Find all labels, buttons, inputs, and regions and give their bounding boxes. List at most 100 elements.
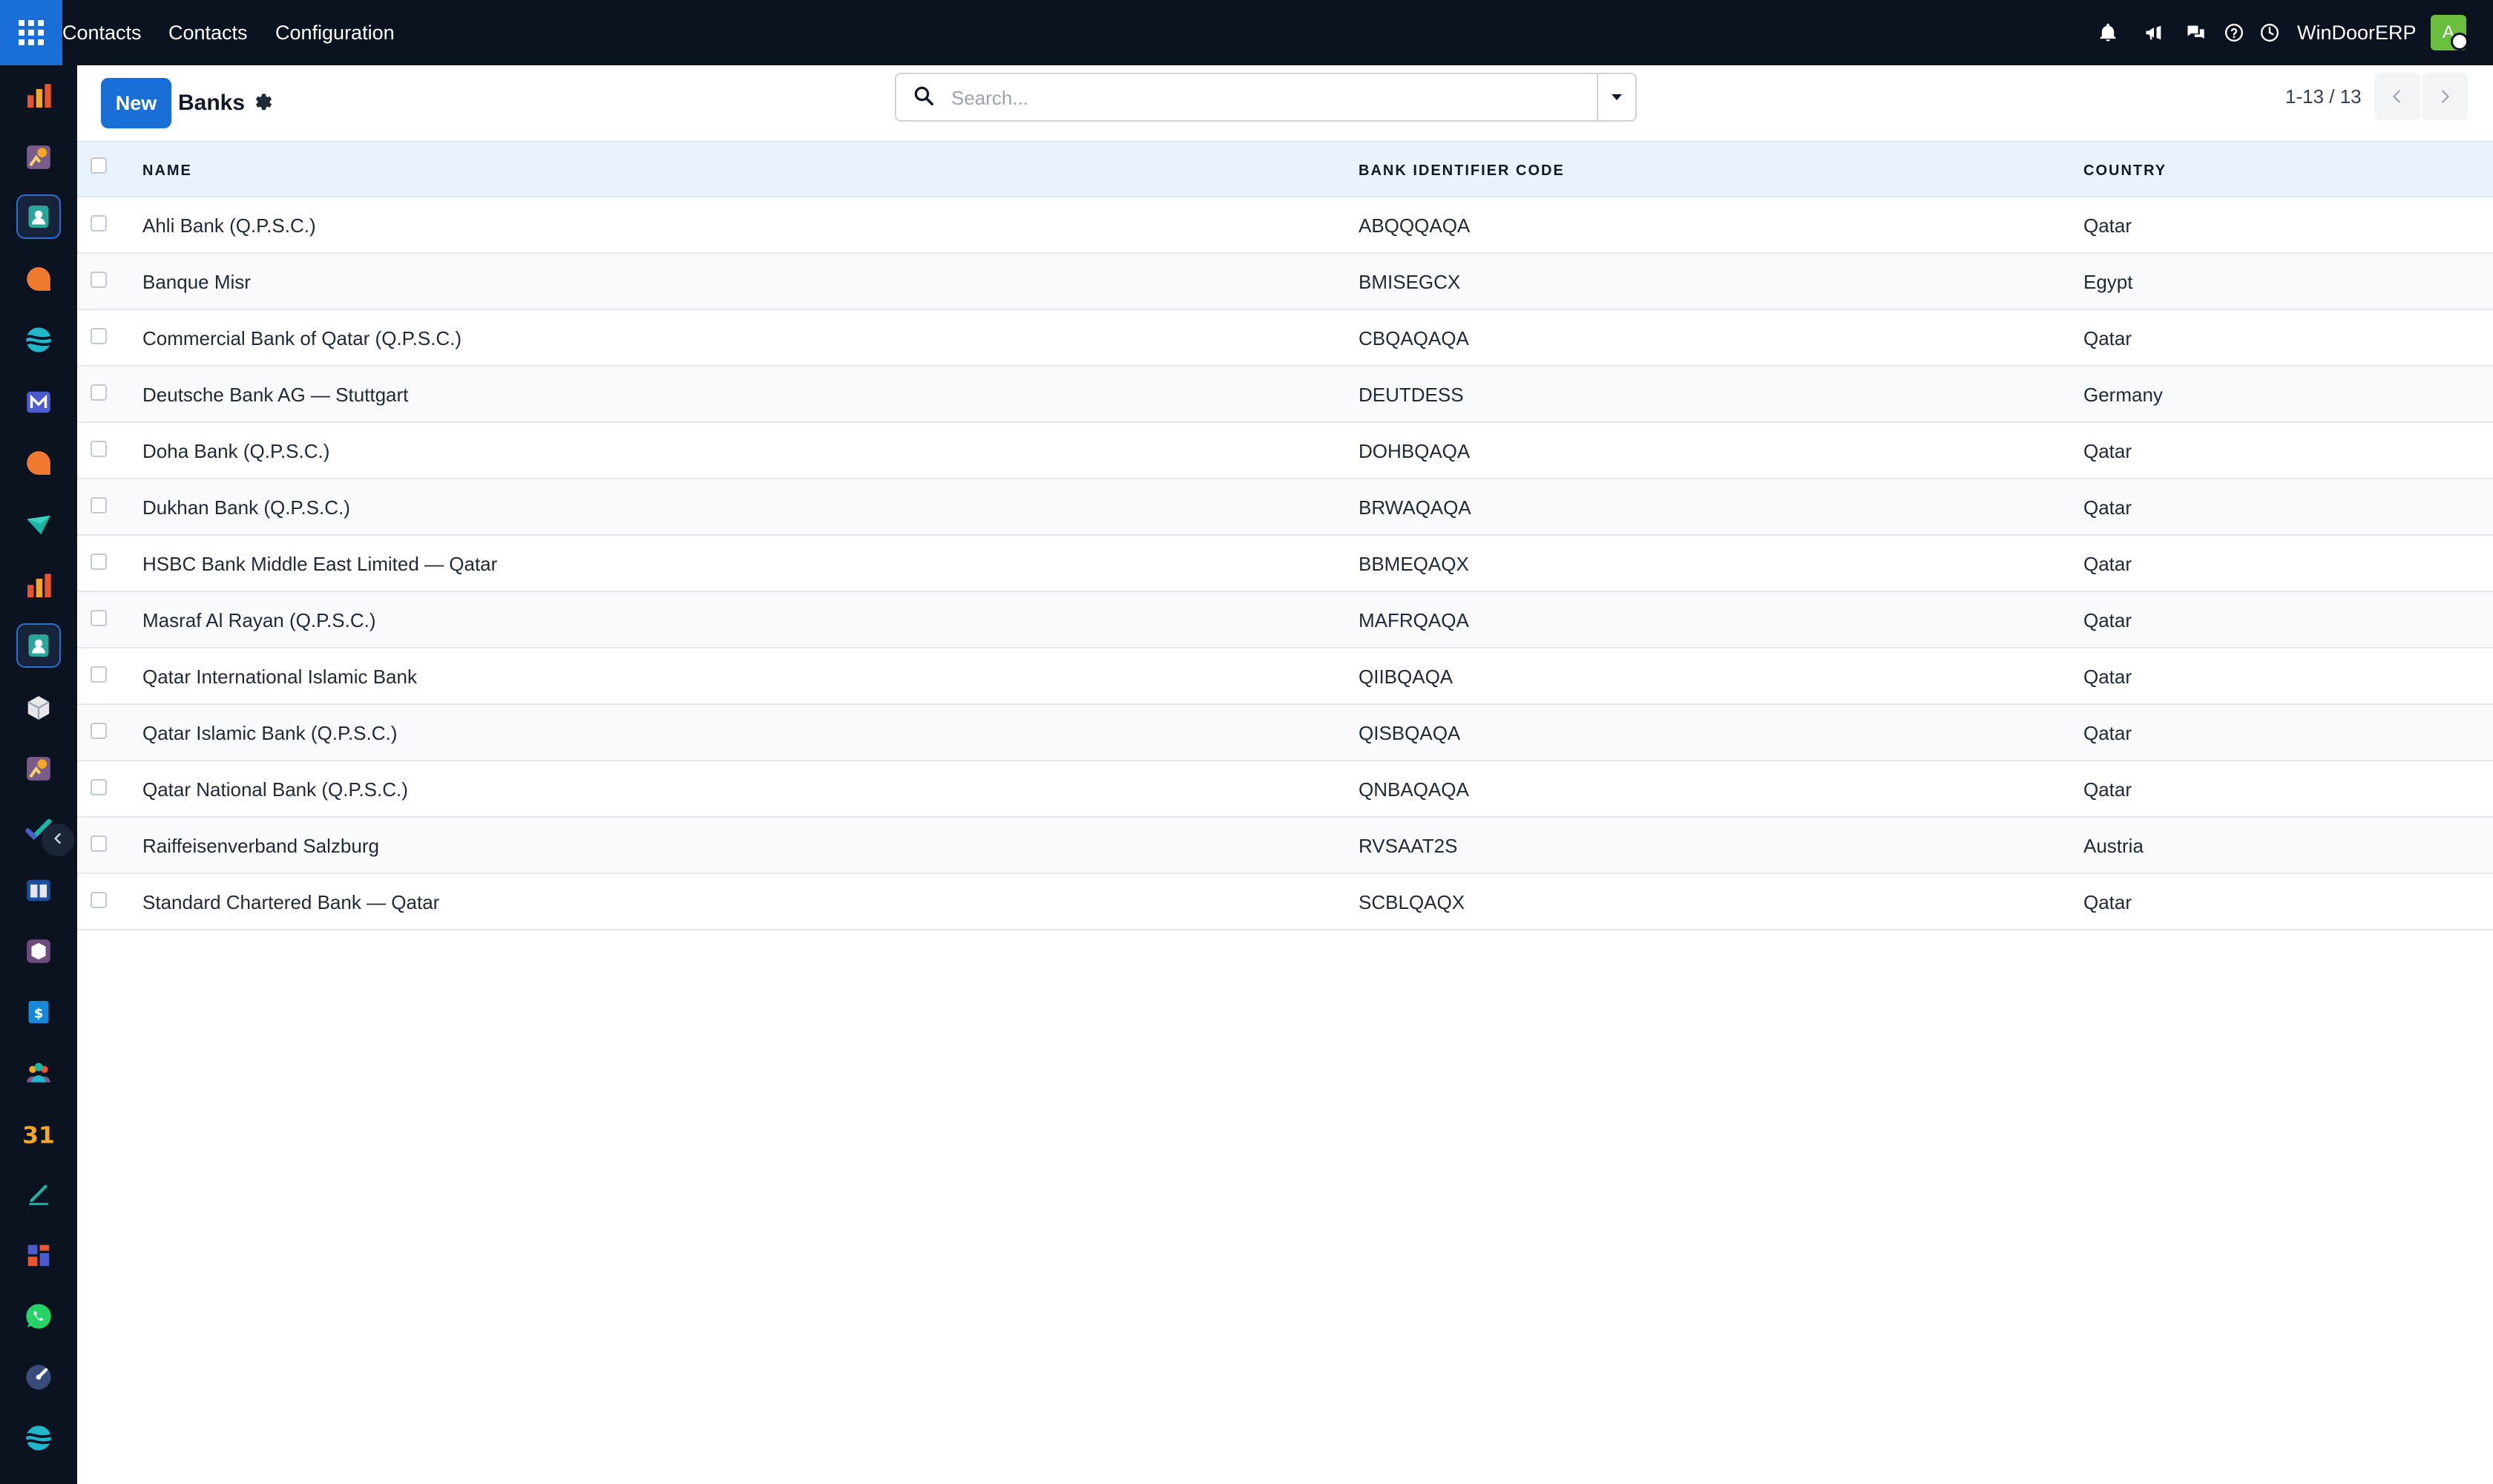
row-checkbox[interactable]	[91, 554, 107, 570]
pager-value[interactable]: 1-13 / 13	[2285, 80, 2362, 113]
table-row[interactable]: Standard Chartered Bank — Qatar SCBLQAQX Q…	[77, 874, 2493, 930]
cell-country: Qatar	[2083, 496, 2132, 519]
sidebar-app-contacts[interactable]	[16, 194, 61, 239]
row-checkbox[interactable]	[91, 835, 107, 852]
table-row[interactable]: Ahli Bank (Q.P.S.C.) ABQQQAQA Qatar	[77, 197, 2493, 254]
sidebar-app-sign[interactable]	[16, 1172, 61, 1217]
row-checkbox[interactable]	[91, 384, 107, 401]
row-checkbox[interactable]	[91, 892, 107, 908]
cell-bic: RVSAAT2S	[1359, 835, 1458, 857]
sidebar-app-kpi-alt[interactable]	[16, 746, 61, 791]
row-checkbox[interactable]	[91, 723, 107, 739]
sidebar-app-web[interactable]	[16, 318, 61, 362]
row-checkbox[interactable]	[91, 272, 107, 288]
cell-name: Qatar International Islamic Bank	[142, 666, 417, 688]
table-row[interactable]: Qatar International Islamic Bank QIIBQAQA…	[77, 649, 2493, 705]
page-title: Banks	[178, 91, 246, 115]
help-icon[interactable]	[2221, 20, 2247, 45]
row-checkbox[interactable]	[91, 610, 107, 626]
row-checkbox[interactable]	[91, 441, 107, 457]
table-row[interactable]: HSBC Bank Middle East Limited — Qatar BBM…	[77, 536, 2493, 592]
row-checkbox[interactable]	[91, 328, 107, 344]
cell-name: Standard Chartered Bank — Qatar	[142, 891, 440, 913]
select-all-checkbox[interactable]	[91, 157, 107, 174]
menu-contacts[interactable]: Contacts	[168, 0, 248, 65]
row-checkbox[interactable]	[91, 666, 107, 683]
sidebar-app-livechat[interactable]	[16, 441, 61, 485]
new-button[interactable]: New	[101, 78, 171, 128]
sidebar-app-whatsapp[interactable]	[16, 1294, 61, 1339]
caret-down-icon	[1612, 94, 1622, 100]
cell-bic: CBQAQAQA	[1359, 327, 1469, 349]
row-checkbox[interactable]	[91, 497, 107, 513]
table-header: NAME BANK IDENTIFIER CODE COUNTRY	[77, 141, 2493, 197]
cell-name: HSBC Bank Middle East Limited — Qatar	[142, 553, 498, 575]
sidebar-app-planning[interactable]	[16, 1355, 61, 1399]
bell-icon[interactable]	[2095, 20, 2121, 45]
presence-indicator	[2451, 33, 2469, 50]
sidebar-app-discuss[interactable]	[16, 257, 61, 301]
table-row[interactable]: Doha Bank (Q.P.S.C.) DOHBQAQA Qatar	[77, 423, 2493, 479]
cell-country: Qatar	[2083, 891, 2132, 913]
cell-country: Qatar	[2083, 609, 2132, 631]
row-checkbox[interactable]	[91, 215, 107, 232]
app-name-link[interactable]: Contacts	[62, 0, 142, 65]
table-row[interactable]: Banque Misr BMISEGCX Egypt	[77, 254, 2493, 310]
column-header-country[interactable]: COUNTRY	[2083, 142, 2167, 199]
svg-text:$: $	[34, 1006, 44, 1022]
cell-bic: ABQQQAQA	[1359, 214, 1471, 237]
company-switcher[interactable]: WinDoorERP	[2297, 0, 2417, 65]
gear-icon[interactable]	[251, 91, 273, 113]
cell-country: Austria	[2083, 835, 2144, 857]
cell-bic: BMISEGCX	[1359, 271, 1461, 293]
table-row[interactable]: Deutsche Bank AG — Stuttgart DEUTDESS Germ…	[77, 367, 2493, 423]
cell-bic: QIIBQAQA	[1359, 666, 1454, 688]
table-row[interactable]: Raiffeisenverband Salzburg RVSAAT2S Austri…	[77, 818, 2493, 874]
grid-icon	[19, 20, 44, 45]
megaphone-icon[interactable]	[2141, 20, 2167, 45]
sidebar-app-email-marketing[interactable]	[16, 380, 61, 424]
sidebar-app-website[interactable]	[16, 1416, 61, 1460]
column-header-bic[interactable]: BANK IDENTIFIER CODE	[1359, 142, 1565, 199]
column-header-name[interactable]: NAME	[142, 142, 192, 199]
sidebar-app-contacts-alt[interactable]	[16, 623, 61, 668]
table-row[interactable]: Qatar National Bank (Q.P.S.C.) QNBAQAQA Qa…	[77, 761, 2493, 818]
sidebar-app-barcode[interactable]	[16, 929, 61, 974]
sidebar-app-kpi[interactable]	[16, 135, 61, 180]
table-row[interactable]: Commercial Bank of Qatar (Q.P.S.C.) CBQAQ…	[77, 310, 2493, 367]
sidebar-app-dashboards[interactable]	[16, 74, 61, 119]
cell-country: Qatar	[2083, 666, 2132, 688]
sidebar-app-employees[interactable]	[16, 1051, 61, 1095]
app-sidebar: $ 31	[0, 65, 77, 1484]
table-row[interactable]: Masraf Al Rayan (Q.P.S.C.) MAFRQAQA Qatar	[77, 592, 2493, 649]
sidebar-app-reporting[interactable]	[16, 564, 61, 608]
search-icon	[913, 85, 938, 110]
sidebar-app-knowledge[interactable]	[16, 868, 61, 913]
cell-bic: MAFRQAQA	[1359, 609, 1469, 631]
chevron-right-icon	[2442, 90, 2450, 103]
search-options-toggle[interactable]	[1597, 74, 1635, 120]
pager-previous-button[interactable]	[2374, 73, 2420, 120]
table-row[interactable]: Dukhan Bank (Q.P.S.C.) BRWAQAQA Qatar	[77, 479, 2493, 536]
chat-icon[interactable]	[2183, 20, 2208, 45]
cell-name: Doha Bank (Q.P.S.C.)	[142, 440, 330, 462]
clock-icon[interactable]	[2257, 20, 2282, 45]
sidebar-app-calendar[interactable]: 31	[16, 1112, 61, 1156]
sidebar-collapse-button[interactable]	[42, 824, 74, 856]
chevron-left-icon	[2392, 90, 2400, 103]
sidebar-app-dashboard-builder[interactable]	[16, 1233, 61, 1278]
cell-bic: QNBAQAQA	[1359, 778, 1469, 801]
cell-name: Commercial Bank of Qatar (Q.P.S.C.)	[142, 327, 462, 349]
row-checkbox[interactable]	[91, 779, 107, 795]
sidebar-app-invoicing[interactable]: $	[16, 990, 61, 1034]
pager-next-button[interactable]	[2422, 73, 2468, 120]
sidebar-app-inventory[interactable]	[16, 686, 61, 730]
cell-country: Qatar	[2083, 722, 2132, 744]
cell-name: Ahli Bank (Q.P.S.C.)	[142, 214, 316, 237]
sidebar-app-marketing[interactable]	[16, 502, 61, 546]
table-row[interactable]: Qatar Islamic Bank (Q.P.S.C.) QISBQAQA Qat…	[77, 705, 2493, 761]
cell-bic: SCBLQAQX	[1359, 891, 1465, 913]
menu-configuration[interactable]: Configuration	[275, 0, 395, 65]
app-menu-button[interactable]	[0, 0, 62, 65]
search-input[interactable]	[951, 82, 1545, 114]
